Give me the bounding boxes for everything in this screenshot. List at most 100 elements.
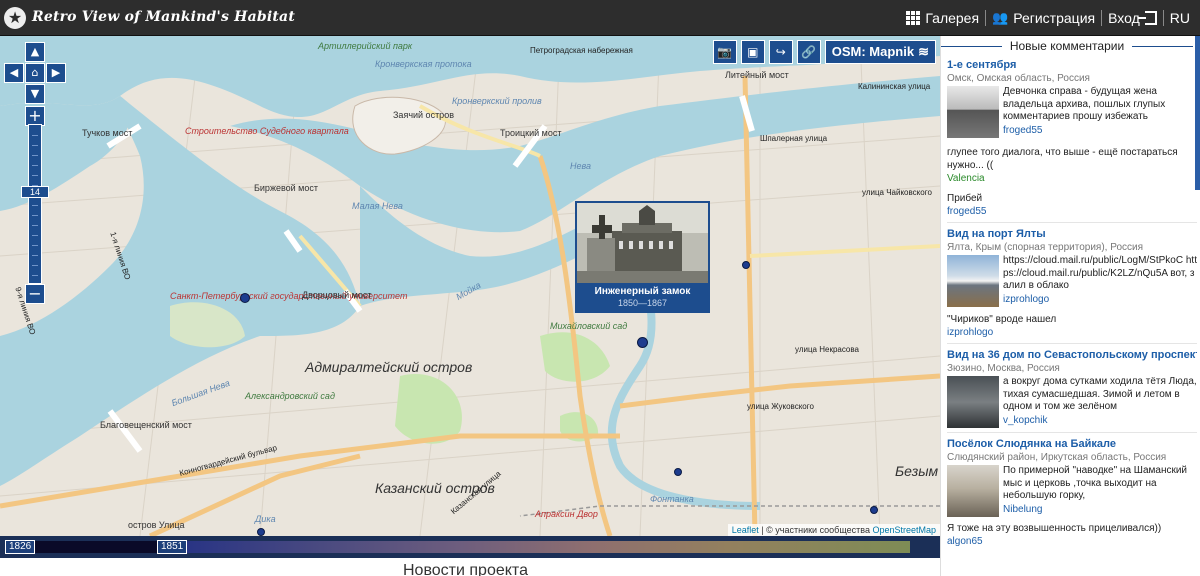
map-label: Апраксин Двор (535, 509, 598, 519)
map-label: Кронверкская протока (375, 59, 472, 69)
comments-sidebar: Новые комментарии 1-е сентября Омск, Омс… (940, 36, 1200, 576)
zoom-slider[interactable] (28, 124, 42, 284)
photo-thumbnail[interactable] (947, 465, 999, 517)
news-heading[interactable]: Новости проекта (403, 562, 528, 576)
map-label: Заячий остров (393, 110, 454, 120)
map-toolbar: 📷 ▣ ↪ 🔗 OSM: Mapnik ≋ (712, 40, 936, 64)
comment-user[interactable]: izprohlogo (947, 326, 1197, 339)
comment-place: Ялта, Крым (спорная территория), Россия (947, 242, 1144, 253)
comment-user[interactable]: Valencia (947, 172, 1197, 185)
comment-photo-title[interactable]: Посёлок Слюдянка на Байкале (947, 437, 1197, 451)
leaflet-link[interactable]: Leaflet (732, 525, 759, 535)
pan-up-button[interactable]: ▲ (25, 42, 45, 62)
photo-popup[interactable]: Инженерный замок 1850—1867 (575, 201, 710, 313)
layer-select-button[interactable]: OSM: Mapnik ≋ (824, 40, 936, 64)
popup-title: Инженерный замок (594, 286, 691, 297)
star-logo-icon[interactable]: ★ (4, 7, 26, 29)
nav-divider (985, 10, 987, 26)
nav-login-label: Вход (1108, 10, 1140, 26)
grid-icon (906, 11, 921, 25)
home-button[interactable]: ⌂ (25, 63, 45, 83)
nav-gallery[interactable]: Галерея (906, 10, 979, 26)
map-label: Адмиралтейский остров (305, 359, 473, 375)
map-label: Дворцовый мост (302, 290, 372, 300)
photo-marker[interactable] (637, 337, 648, 348)
nav-gallery-label: Галерея (925, 10, 980, 26)
login-icon (1137, 11, 1157, 25)
nav-language-label: RU (1169, 10, 1190, 26)
comment-photo-title[interactable]: Вид на 36 дом по Севастопольскому проспе… (947, 348, 1197, 362)
timeline-current-handle[interactable]: 1851 (157, 540, 188, 554)
comment-divider (947, 222, 1197, 223)
camera-icon[interactable]: 📷 (712, 40, 737, 64)
comments-list: 1-е сентября Омск, Омская область, Росси… (947, 58, 1197, 548)
photo-thumbnail[interactable] (947, 255, 999, 307)
zoom-out-button[interactable]: − (25, 284, 45, 304)
nav-divider (1162, 10, 1164, 26)
map-label: Строительство Судебного квартала (185, 126, 349, 136)
pan-down-button[interactable]: ▼ (25, 84, 45, 104)
comment-place: Омск, Омская область, Россия (947, 73, 1090, 84)
photo-marker[interactable] (870, 506, 878, 514)
map-label: Кронверкский пролив (452, 96, 542, 106)
comment-entry: Вид на порт Ялты Ялта, Крым (спорная тер… (947, 227, 1197, 339)
map-label: улица Жуковского (747, 402, 814, 411)
site-logo-text[interactable]: Retro View of Mankind's Habitat (32, 9, 295, 25)
photo-marker[interactable] (240, 293, 250, 303)
comment-user[interactable]: algon65 (947, 535, 1197, 548)
comment-photo-title[interactable]: Вид на порт Ялты (947, 227, 1197, 241)
comments-heading-label: Новые комментарии (1009, 39, 1125, 53)
timeline-start-handle[interactable]: 1826 (5, 540, 36, 554)
popup-photo[interactable] (577, 203, 708, 283)
map-label: Шпалерная улица (760, 134, 828, 143)
comment-text: По примерной "наводке" на Шаманский мыс … (1003, 465, 1188, 501)
link-icon[interactable]: 🔗 (796, 40, 821, 64)
comment-place: Слюдянский район, Иркутская область, Рос… (947, 452, 1167, 463)
share-icon[interactable]: ↪ (768, 40, 793, 64)
comment-user[interactable]: froged55 (947, 205, 1197, 218)
popup-caption[interactable]: Инженерный замок 1850—1867 (577, 283, 708, 311)
comment-text: Девчонка справа - будущая жена владельца… (1003, 86, 1166, 122)
map-label: Малая Нева (352, 201, 403, 211)
nav-language[interactable]: RU (1170, 10, 1190, 26)
comment-text: Я тоже на эту возвышенность прицеливался… (947, 523, 1162, 534)
comment-text: глупее того диалога, что выше - ещё пост… (947, 147, 1178, 171)
photo-marker[interactable] (257, 528, 265, 536)
comment-text: Прибей (947, 193, 983, 204)
map-label: Фонтанка (650, 494, 694, 504)
comment-user[interactable]: izprohlogo (1003, 293, 1197, 306)
pan-left-button[interactable]: ◀ (4, 63, 24, 83)
comment-user[interactable]: Nibelung (1003, 503, 1197, 516)
map-label: Дика (255, 514, 276, 524)
photo-marker[interactable] (742, 261, 750, 269)
zoom-level-handle[interactable]: 14 (21, 186, 49, 198)
comment-photo-title[interactable]: 1-е сентября (947, 58, 1197, 72)
photo-thumbnail[interactable] (947, 86, 999, 138)
comment-entry: 1-е сентября Омск, Омская область, Росси… (947, 58, 1197, 218)
nav-register[interactable]: 👥 Регистрация (992, 10, 1095, 26)
comment-user[interactable]: froged55 (1003, 124, 1197, 137)
comment-user[interactable]: v_kopchik (1003, 414, 1197, 427)
nav-divider (1101, 10, 1103, 26)
photo-marker[interactable] (674, 468, 682, 476)
comments-heading: Новые комментарии (941, 38, 1194, 54)
top-bar: ★ Retro View of Mankind's Habitat Галере… (0, 0, 1200, 36)
zoom-in-button[interactable]: + (25, 106, 45, 126)
map-label: Троицкий мост (500, 128, 562, 138)
year-timeline[interactable]: 1826 1851 (0, 536, 940, 558)
map-label: Тучков мост (82, 128, 133, 138)
top-nav: Галерея 👥 Регистрация Вход RU (906, 0, 1190, 36)
users-icon: 👥 (992, 10, 1009, 26)
comment-text: https://cloud.mail.ru/public/LogM/StPkoC… (1003, 255, 1197, 291)
osm-link[interactable]: OpenStreetMap (872, 525, 936, 535)
map-label: Александровский сад (245, 391, 335, 401)
pan-right-button[interactable]: ▶ (46, 63, 66, 83)
map-label: Нева (570, 161, 592, 171)
nav-login[interactable]: Вход (1108, 10, 1157, 26)
map-label: Калининская улица (858, 82, 931, 91)
image-icon[interactable]: ▣ (740, 40, 765, 64)
map-canvas[interactable]: Артиллерийский парк Кронверкская протока… (0, 36, 940, 536)
map-label: Артиллерийский парк (318, 41, 413, 51)
map-label: остров Улица (128, 520, 185, 530)
photo-thumbnail[interactable] (947, 376, 999, 428)
